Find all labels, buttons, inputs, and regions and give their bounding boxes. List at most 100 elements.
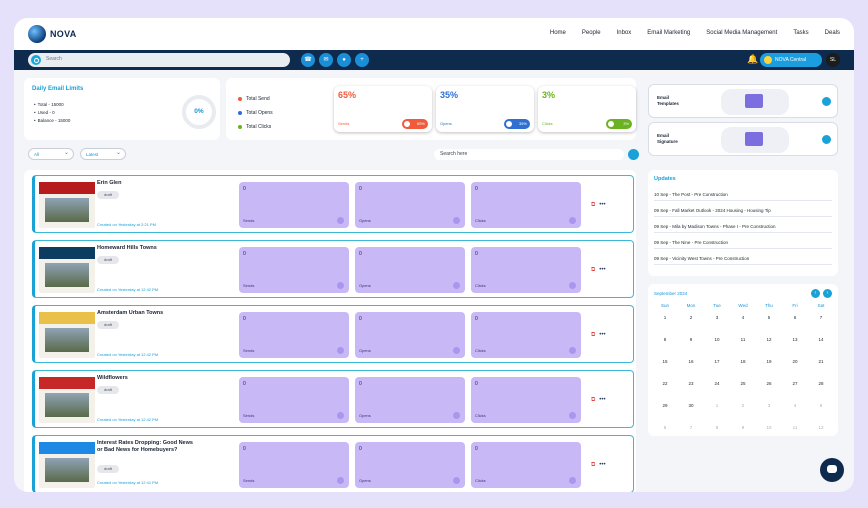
calendar-date[interactable]: 5 [808,402,834,424]
calendar-date[interactable]: 16 [678,358,704,380]
calendar-date[interactable]: 2 [678,314,704,336]
copy-icon[interactable]: ⧉ [591,397,595,404]
calendar-date[interactable]: 11 [730,336,756,358]
campaign-row[interactable]: Homeward Hills Towns draft Created on Ye… [32,240,634,298]
chat-bubble-icon[interactable] [820,458,844,482]
copy-icon[interactable]: ⧉ [591,332,595,339]
calendar-date[interactable]: 24 [704,380,730,402]
calendar-date[interactable]: 10 [704,336,730,358]
sort-select[interactable]: Latest [80,148,126,160]
nav-inbox[interactable]: Inbox [617,30,632,36]
campaign-title[interactable]: Erin Glen [97,180,197,187]
chat-icon[interactable]: ● [337,53,351,67]
prev-month-icon[interactable]: ‹ [811,289,820,298]
campaign-row[interactable]: Wildflowers draft Created on Yesterday a… [32,370,634,428]
more-options-icon[interactable]: ••• [599,397,605,404]
calendar-date[interactable]: 1 [704,402,730,424]
add-user-icon[interactable]: + [355,53,369,67]
update-item[interactable]: 09 Sep - Mila by Madison Towns - Phase I… [654,224,832,233]
nav-social-media-management[interactable]: Social Media Management [706,30,777,36]
calendar-date[interactable]: 10 [756,424,782,446]
calendar-date[interactable]: 7 [678,424,704,446]
campaign-thumbnail[interactable] [39,182,95,228]
calendar-date[interactable]: 19 [756,358,782,380]
campaign-title[interactable]: Wildflowers [97,375,197,382]
campaign-thumbnail[interactable] [39,377,95,423]
calendar-date[interactable]: 3 [704,314,730,336]
arrow-right-icon[interactable] [822,135,831,144]
campaign-thumbnail[interactable] [39,247,95,293]
calendar-date[interactable]: 6 [782,314,808,336]
copy-icon[interactable]: ⧉ [591,462,595,469]
global-search-input[interactable]: Search [28,53,290,67]
calendar-date[interactable]: 30 [678,402,704,424]
more-options-icon[interactable]: ••• [599,332,605,339]
more-options-icon[interactable]: ••• [599,267,605,274]
campaign-search-input[interactable]: Search here [434,149,624,160]
avatar[interactable]: SL [826,53,840,67]
campaign-title[interactable]: Homeward Hills Towns [97,245,197,252]
calendar-date[interactable]: 20 [782,358,808,380]
campaign-thumbnail[interactable] [39,312,95,358]
calendar-date[interactable]: 22 [652,380,678,402]
more-options-icon[interactable]: ••• [599,202,605,209]
calendar-date[interactable]: 13 [782,336,808,358]
nav-home[interactable]: Home [550,30,566,36]
email-signature-card[interactable]: Email Signature [648,122,838,156]
campaign-row[interactable]: Interest Rates Dropping: Good News or Ba… [32,435,634,492]
campaign-row[interactable]: Amsterdam Urban Towns draft Created on Y… [32,305,634,363]
calendar-date[interactable]: 17 [704,358,730,380]
legend-label: Total Send [246,96,270,102]
calendar-date[interactable]: 9 [678,336,704,358]
next-month-icon[interactable]: › [823,289,832,298]
calendar-date[interactable]: 4 [730,314,756,336]
mail-icon[interactable]: ✉ [319,53,333,67]
status-filter-select[interactable]: All [28,148,74,160]
nav-deals[interactable]: Deals [825,30,840,36]
more-options-icon[interactable]: ••• [599,462,605,469]
calendar-date[interactable]: 8 [652,336,678,358]
arrow-right-icon[interactable] [822,97,831,106]
nav-email-marketing[interactable]: Email Marketing [647,30,690,36]
email-templates-card[interactable]: Email Templates [648,84,838,118]
nova-central-button[interactable]: NOVA Central [760,53,822,67]
calendar-date[interactable]: 12 [808,424,834,446]
calendar-date[interactable]: 15 [652,358,678,380]
calendar-date[interactable]: 25 [730,380,756,402]
calendar-date[interactable]: 29 [652,402,678,424]
calendar-date[interactable]: 12 [756,336,782,358]
phone-icon[interactable]: ☎ [301,53,315,67]
copy-icon[interactable]: ⧉ [591,202,595,209]
calendar-date[interactable]: 3 [756,402,782,424]
update-item[interactable]: 09 Sep - Fall Market Outlook - 2024 Hous… [654,208,832,217]
calendar-date[interactable]: 18 [730,358,756,380]
calendar-date[interactable]: 14 [808,336,834,358]
nav-tasks[interactable]: Tasks [793,30,808,36]
calendar-date[interactable]: 4 [782,402,808,424]
calendar-date[interactable]: 21 [808,358,834,380]
campaign-title[interactable]: Interest Rates Dropping: Good News or Ba… [97,440,197,454]
logo[interactable]: NOVA [28,25,77,43]
calendar-date[interactable]: 28 [808,380,834,402]
calendar-date[interactable]: 1 [652,314,678,336]
calendar-date[interactable]: 9 [730,424,756,446]
copy-icon[interactable]: ⧉ [591,267,595,274]
calendar-date[interactable]: 6 [652,424,678,446]
calendar-date[interactable]: 26 [756,380,782,402]
calendar-date[interactable]: 23 [678,380,704,402]
calendar-date[interactable]: 7 [808,314,834,336]
campaign-title[interactable]: Amsterdam Urban Towns [97,310,197,317]
calendar-date[interactable]: 11 [782,424,808,446]
update-item[interactable]: 09 Sep - Vicinity West Towns - Pre Const… [654,256,832,265]
campaign-row[interactable]: Erin Glen draft Created on Yesterday at … [32,175,634,233]
update-item[interactable]: 09 Sep - The Nine - Pre Construction [654,240,832,249]
update-item[interactable]: 10 Sep - The Post - Pre Construction [654,192,832,201]
bell-icon[interactable]: 🔔 [747,54,758,65]
calendar-date[interactable]: 8 [704,424,730,446]
calendar-date[interactable]: 27 [782,380,808,402]
campaign-thumbnail[interactable] [39,442,95,488]
nav-people[interactable]: People [582,30,601,36]
search-icon[interactable] [628,149,639,160]
calendar-date[interactable]: 2 [730,402,756,424]
calendar-date[interactable]: 5 [756,314,782,336]
